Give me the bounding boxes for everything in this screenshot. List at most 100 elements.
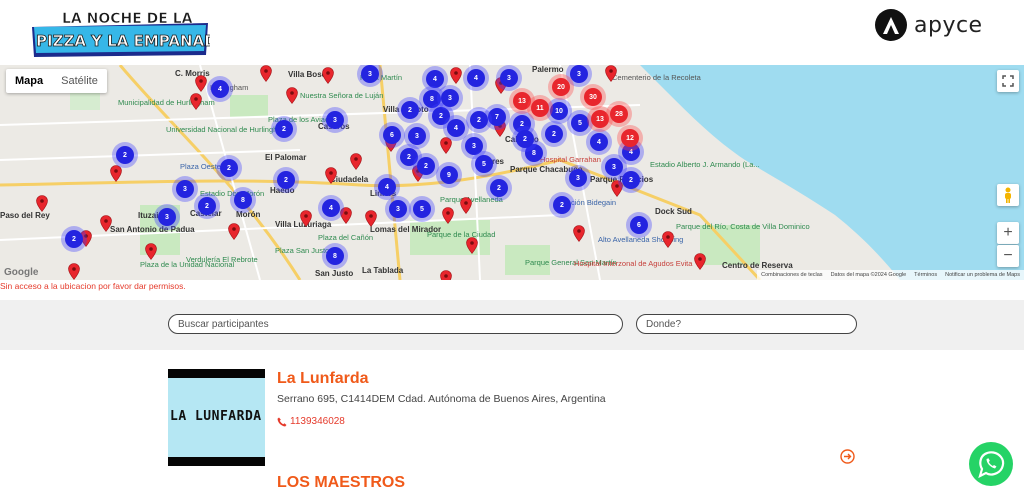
map-cluster[interactable]: 2 (622, 171, 640, 189)
map-pin-icon[interactable] (190, 93, 202, 110)
map-cluster[interactable]: 2 (516, 130, 534, 148)
map-cluster[interactable]: 4 (590, 133, 608, 151)
map-pin-icon[interactable] (365, 210, 377, 227)
map-cluster[interactable]: 2 (220, 159, 238, 177)
map-pin-icon[interactable] (110, 165, 122, 182)
map-pin-icon[interactable] (440, 270, 452, 280)
map-cluster-red[interactable]: 13 (513, 92, 531, 110)
map-pin-icon[interactable] (286, 87, 298, 104)
map-pin-icon[interactable] (300, 210, 312, 227)
map-cluster[interactable]: 4 (467, 69, 485, 87)
map-cluster[interactable]: 5 (413, 200, 431, 218)
map-cluster[interactable]: 5 (571, 114, 589, 132)
map-pin-icon[interactable] (100, 215, 112, 232)
map-pin-icon[interactable] (260, 65, 272, 82)
map-cluster[interactable]: 6 (630, 216, 648, 234)
map-cluster[interactable]: 2 (432, 107, 450, 125)
map-cluster[interactable]: 2 (401, 101, 419, 119)
map-cluster[interactable]: 3 (326, 111, 344, 129)
map-cluster[interactable]: 4 (447, 119, 465, 137)
map-pin-icon[interactable] (440, 137, 452, 154)
map-cluster-red[interactable]: 28 (610, 105, 628, 123)
map-cluster[interactable]: 8 (423, 90, 441, 108)
map-cluster[interactable]: 2 (417, 157, 435, 175)
sponsor-logo[interactable]: apyce (874, 8, 983, 42)
map-pin-icon[interactable] (466, 237, 478, 254)
map-pin-icon[interactable] (340, 207, 352, 224)
listing-title[interactable]: La Lunfarda (277, 370, 369, 388)
map-cluster[interactable]: 2 (470, 111, 488, 129)
map-pin-icon[interactable] (573, 225, 585, 242)
map-pin-icon[interactable] (694, 253, 706, 270)
map-cluster[interactable]: 8 (234, 191, 252, 209)
map-cluster[interactable]: 8 (326, 247, 344, 265)
map-pin-icon[interactable] (611, 180, 623, 197)
map-cluster[interactable]: 6 (383, 126, 401, 144)
map-cluster[interactable]: 3 (361, 65, 379, 83)
map-cluster[interactable]: 5 (475, 155, 493, 173)
map-cluster[interactable]: 4 (322, 199, 340, 217)
map-cluster[interactable]: 2 (277, 171, 295, 189)
map-cluster[interactable]: 3 (605, 158, 623, 176)
map-pin-icon[interactable] (460, 197, 472, 214)
event-logo[interactable]: LA NOCHE DE LA PIZZA Y LA EMPANADA (30, 5, 210, 57)
map-pin-icon[interactable] (325, 167, 337, 184)
listing-image[interactable]: LA LUNFARDA (168, 369, 265, 466)
map-pin-icon[interactable] (36, 195, 48, 212)
map-cluster[interactable]: 2 (490, 179, 508, 197)
map-pin-icon[interactable] (145, 243, 157, 260)
location-input[interactable] (636, 314, 857, 334)
listing-phone[interactable]: 1139346028 (277, 416, 345, 427)
map-pin-icon[interactable] (450, 67, 462, 84)
pegman-button[interactable] (997, 184, 1019, 206)
listing-phone-number[interactable]: 1139346028 (290, 416, 345, 427)
map-cluster[interactable]: 4 (426, 70, 444, 88)
map-cluster[interactable]: 2 (400, 148, 418, 166)
map-cluster[interactable]: 4 (378, 178, 396, 196)
participants-map[interactable]: Villa Bosch C. Morris Hurlingham Municip… (0, 65, 1024, 280)
map-cluster[interactable]: 3 (569, 169, 587, 187)
map-cluster[interactable]: 2 (198, 197, 216, 215)
map-cluster[interactable]: 2 (65, 230, 83, 248)
map-type-satelite[interactable]: Satélite (52, 69, 107, 93)
zoom-in-button[interactable]: + (997, 222, 1019, 244)
map-pin-icon[interactable] (662, 231, 674, 248)
map-cluster[interactable]: 3 (158, 208, 176, 226)
map-cluster[interactable]: 2 (545, 125, 563, 143)
map-cluster-red[interactable]: 13 (591, 110, 609, 128)
map-cluster[interactable]: 10 (550, 102, 568, 120)
map-cluster[interactable]: 3 (570, 65, 588, 83)
map-pin-icon[interactable] (68, 263, 80, 280)
map-cluster-red[interactable]: 20 (552, 78, 570, 96)
keyboard-shortcuts-link[interactable]: Combinaciones de teclas (761, 272, 822, 278)
map-cluster[interactable]: 2 (116, 146, 134, 164)
whatsapp-icon[interactable] (968, 441, 1014, 487)
report-problem-link[interactable]: Notificar un problema de Maps (945, 272, 1020, 278)
map-cluster-red[interactable]: 11 (531, 99, 549, 117)
map-cluster-red[interactable]: 30 (584, 88, 602, 106)
map-pin-icon[interactable] (322, 67, 334, 84)
map-cluster[interactable]: 7 (488, 108, 506, 126)
fullscreen-button[interactable] (997, 70, 1019, 92)
map-type-mapa[interactable]: Mapa (6, 69, 52, 93)
map-cluster-red[interactable]: 12 (621, 129, 639, 147)
map-pin-icon[interactable] (605, 65, 617, 82)
map-cluster[interactable]: 2 (553, 196, 571, 214)
map-pin-icon[interactable] (228, 223, 240, 240)
map-pin-icon[interactable] (350, 153, 362, 170)
listing-title[interactable]: LOS MAESTROS (277, 474, 405, 492)
map-cluster[interactable]: 2 (275, 120, 293, 138)
search-participants-input[interactable] (168, 314, 623, 334)
map-cluster[interactable]: 3 (176, 180, 194, 198)
map-cluster[interactable]: 3 (500, 69, 518, 87)
map-cluster[interactable]: 3 (389, 200, 407, 218)
arrow-right-circle-icon[interactable] (840, 449, 855, 464)
map-cluster[interactable]: 9 (440, 166, 458, 184)
map-cluster[interactable]: 3 (465, 137, 483, 155)
map-cluster[interactable]: 4 (211, 80, 229, 98)
terms-link[interactable]: Términos (914, 272, 937, 278)
map-pin-icon[interactable] (195, 75, 207, 92)
map-pin-icon[interactable] (442, 207, 454, 224)
map-cluster[interactable]: 3 (408, 127, 426, 145)
map-cluster[interactable]: 3 (441, 89, 459, 107)
